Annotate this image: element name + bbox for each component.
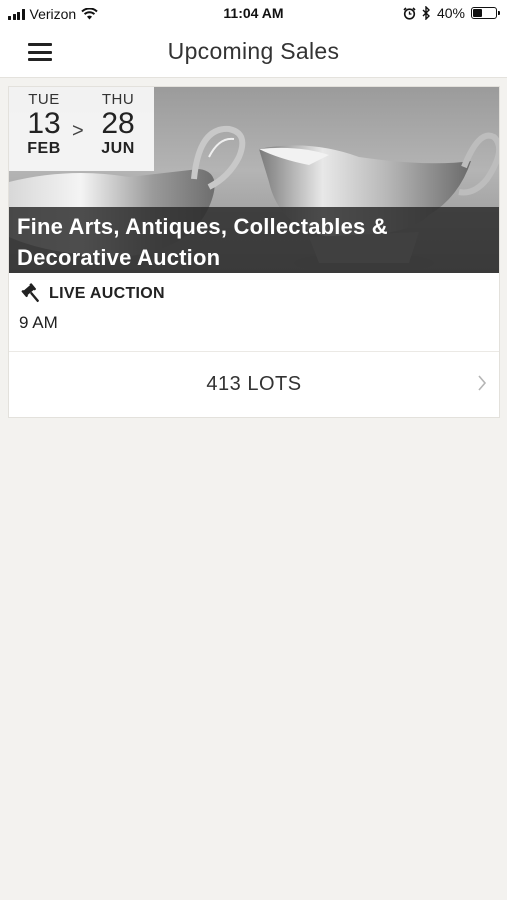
auction-type-label: LIVE AUCTION (49, 285, 165, 302)
lots-count: 413 LOTS (206, 373, 302, 395)
sale-title[interactable]: Fine Arts, Antiques, Collectables & Deco… (17, 211, 491, 273)
end-dow: THU (101, 91, 135, 108)
battery-icon (471, 7, 500, 19)
start-date: TUE 13 FEB (19, 91, 69, 158)
sale-image[interactable]: TUE 13 FEB > THU 28 JUN Fine Arts, Antiq… (9, 87, 499, 273)
bluetooth-icon (422, 6, 430, 20)
status-right: 40% (403, 5, 500, 21)
alarm-icon (403, 6, 416, 20)
date-range: TUE 13 FEB > THU 28 JUN (9, 87, 154, 171)
end-month: JUN (101, 140, 135, 157)
page-title: Upcoming Sales (167, 38, 340, 64)
sale-title-band: Fine Arts, Antiques, Collectables & Deco… (9, 207, 499, 273)
battery-label: 40% (436, 5, 465, 21)
sale-card[interactable]: TUE 13 FEB > THU 28 JUN Fine Arts, Antiq… (8, 86, 500, 418)
status-bar: Verizon 11:04 AM 40% (0, 0, 507, 28)
chevron-right-icon (478, 375, 487, 391)
nav-bar: Upcoming Sales (0, 28, 507, 78)
auction-type-row: LIVE AUCTION (21, 283, 165, 305)
date-separator: > (72, 120, 84, 142)
start-month: FEB (27, 140, 61, 157)
start-dow: TUE (28, 91, 60, 108)
end-date: THU 28 JUN (93, 91, 143, 158)
lots-button[interactable]: 413 LOTS (9, 352, 499, 417)
gavel-icon (21, 283, 39, 303)
start-day: 13 (27, 107, 61, 140)
battery-fill (473, 9, 482, 17)
end-day: 28 (101, 107, 135, 140)
sale-time: 9 AM (19, 313, 58, 332)
